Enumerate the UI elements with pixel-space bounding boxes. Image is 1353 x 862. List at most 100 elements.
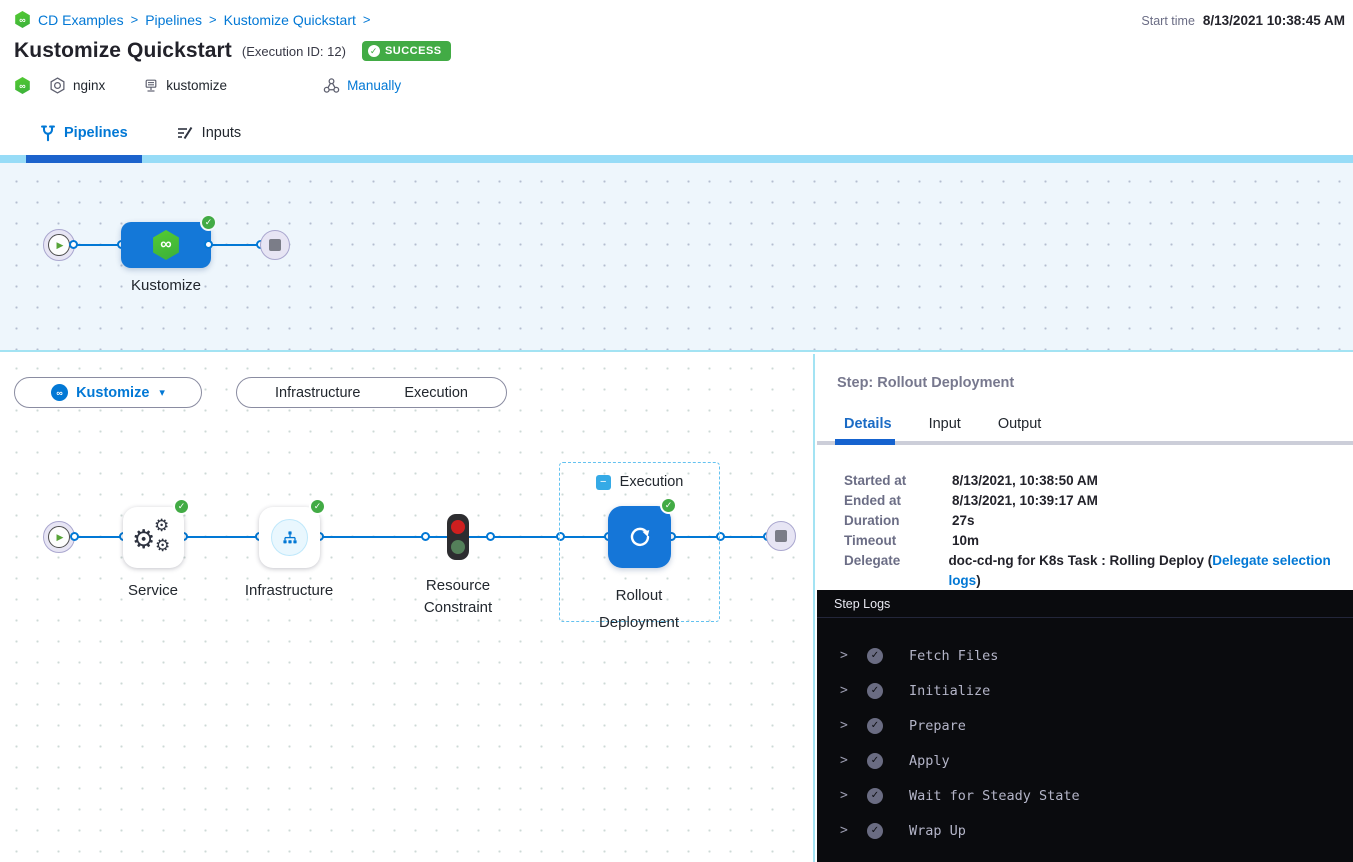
detail-value: 27s <box>952 511 975 531</box>
expand-chevron-icon[interactable]: > <box>840 823 854 838</box>
execution-canvas[interactable]: ∞ Kustomize ▾ Infrastructure Execution ▶… <box>0 354 815 862</box>
trigger-tag[interactable]: Manually <box>323 77 401 94</box>
harness-cd-icon: ∞ <box>14 77 31 94</box>
infrastructure-sitemap-icon <box>281 529 299 547</box>
log-section-label: Initialize <box>909 683 990 699</box>
service-success-badge: ✓ <box>173 498 190 515</box>
breadcrumb-pipelines[interactable]: Pipelines <box>145 12 202 28</box>
play-icon: ▶ <box>48 234 70 256</box>
detail-row-started-at: Started at 8/13/2021, 10:38:50 AM <box>844 471 1353 491</box>
breadcrumb-kustomize-quickstart[interactable]: Kustomize Quickstart <box>224 12 356 28</box>
step-logs-header: Step Logs <box>817 590 1353 618</box>
resource-constraint-node-label: Resource Constraint <box>403 575 513 619</box>
step-node-resource-constraint[interactable] <box>447 514 469 560</box>
connector-dot <box>204 240 213 249</box>
log-row-wrap-up[interactable]: > ✓ Wrap Up <box>817 813 1353 848</box>
service-node-label: Service <box>103 582 203 599</box>
step-node-infrastructure[interactable]: ✓ <box>259 507 320 568</box>
inputs-icon <box>176 125 194 141</box>
step-panel-tabs: Details Input Output <box>844 416 1353 432</box>
title-row: Kustomize Quickstart (Execution ID: 12) … <box>14 39 451 63</box>
view-toggle: Infrastructure Execution <box>236 377 507 408</box>
stage-label: Kustomize <box>111 277 221 294</box>
infrastructure-node-label: Infrastructure <box>227 582 351 599</box>
status-badge-label: SUCCESS <box>385 45 442 57</box>
collapse-icon[interactable]: − <box>596 475 611 490</box>
stage-selector-label: Kustomize <box>76 385 149 401</box>
breadcrumb: ∞ CD Examples > Pipelines > Kustomize Qu… <box>14 11 370 28</box>
service-tag[interactable]: nginx <box>49 77 105 94</box>
gears-icon: ⚙⚙⚙ <box>123 507 184 568</box>
detail-label: Ended at <box>844 491 952 511</box>
stage-selector-dropdown[interactable]: ∞ Kustomize ▾ <box>14 377 202 408</box>
environment-tag-label: kustomize <box>166 78 227 93</box>
tab-input[interactable]: Input <box>929 416 961 432</box>
stage-success-badge: ✓ <box>200 214 217 231</box>
log-section-label: Prepare <box>909 718 966 734</box>
execution-group-label: Execution <box>620 474 684 490</box>
service-hexagon-icon <box>49 77 66 94</box>
rollout-success-badge: ✓ <box>660 497 677 514</box>
start-time-label: Start time <box>1141 14 1195 28</box>
tab-underline-strip <box>0 155 1353 163</box>
step-node-rollout-deployment[interactable]: ✓ <box>608 506 671 568</box>
detail-value: doc-cd-ng for K8s Task : Rolling Deploy … <box>948 551 1353 591</box>
detail-row-ended-at: Ended at 8/13/2021, 10:39:17 AM <box>844 491 1353 511</box>
log-section-label: Wrap Up <box>909 823 966 839</box>
detail-row-timeout: Timeout 10m <box>844 531 1353 551</box>
expand-chevron-icon[interactable]: > <box>840 753 854 768</box>
execution-end-node <box>766 521 796 551</box>
environment-rack-icon <box>143 78 159 94</box>
log-row-prepare[interactable]: > ✓ Prepare <box>817 708 1353 743</box>
toggle-infrastructure[interactable]: Infrastructure <box>275 385 360 401</box>
active-tab-underline <box>26 155 142 163</box>
step-node-service[interactable]: ⚙⚙⚙ ✓ <box>123 507 184 568</box>
connector-dot <box>69 240 78 249</box>
stage-selector-icon: ∞ <box>51 384 68 401</box>
pipeline-stage-canvas[interactable]: ▶ ∞ ✓ Kustomize <box>0 163 1353 352</box>
tab-output[interactable]: Output <box>998 416 1042 432</box>
tab-inputs[interactable]: Inputs <box>176 125 242 141</box>
tab-details[interactable]: Details <box>844 416 892 432</box>
log-success-icon: ✓ <box>867 788 883 804</box>
expand-chevron-icon[interactable]: > <box>840 648 854 663</box>
log-section-label: Apply <box>909 753 950 769</box>
service-tag-label: nginx <box>73 78 105 93</box>
breadcrumb-cd-examples[interactable]: CD Examples <box>38 12 124 28</box>
tab-pipelines-label: Pipelines <box>64 125 128 141</box>
log-success-icon: ✓ <box>867 823 883 839</box>
breadcrumb-separator: > <box>209 12 217 27</box>
expand-chevron-icon[interactable]: > <box>840 788 854 803</box>
expand-chevron-icon[interactable]: > <box>840 683 854 698</box>
expand-chevron-icon[interactable]: > <box>840 718 854 733</box>
detail-label: Started at <box>844 471 952 491</box>
tags-row: ∞ nginx kustomize <box>14 77 427 94</box>
tab-pipelines[interactable]: Pipelines <box>40 124 128 142</box>
harness-logo-icon: ∞ <box>14 11 31 28</box>
step-details-table: Started at 8/13/2021, 10:38:50 AM Ended … <box>817 445 1353 587</box>
trigger-tag-label: Manually <box>347 78 401 93</box>
start-time: Start time 8/13/2021 10:38:45 AM <box>1141 13 1345 28</box>
toggle-execution[interactable]: Execution <box>404 385 468 401</box>
infrastructure-success-badge: ✓ <box>309 498 326 515</box>
log-row-initialize[interactable]: > ✓ Initialize <box>817 673 1353 708</box>
breadcrumb-separator: > <box>363 12 371 27</box>
environment-tag[interactable]: kustomize <box>143 78 227 94</box>
log-success-icon: ✓ <box>867 648 883 664</box>
log-row-wait-steady-state[interactable]: > ✓ Wait for Steady State <box>817 778 1353 813</box>
panel-tab-underline <box>817 441 1353 445</box>
log-success-icon: ✓ <box>867 683 883 699</box>
connector-dot <box>421 532 430 541</box>
log-rows: > ✓ Fetch Files > ✓ Initialize > ✓ Prepa… <box>817 618 1353 848</box>
log-row-apply[interactable]: > ✓ Apply <box>817 743 1353 778</box>
log-row-fetch-files[interactable]: > ✓ Fetch Files <box>817 638 1353 673</box>
stage-node-kustomize[interactable]: ∞ ✓ <box>121 222 211 268</box>
step-logs-panel[interactable]: Step Logs > ✓ Fetch Files > ✓ Initialize… <box>817 590 1353 862</box>
log-section-label: Wait for Steady State <box>909 788 1080 804</box>
step-logs-title: Step Logs <box>834 597 890 611</box>
breadcrumb-separator: > <box>131 12 139 27</box>
chevron-down-icon: ▾ <box>159 386 165 399</box>
detail-value: 10m <box>952 531 979 551</box>
pipelines-icon <box>40 124 56 142</box>
detail-label: Duration <box>844 511 952 531</box>
